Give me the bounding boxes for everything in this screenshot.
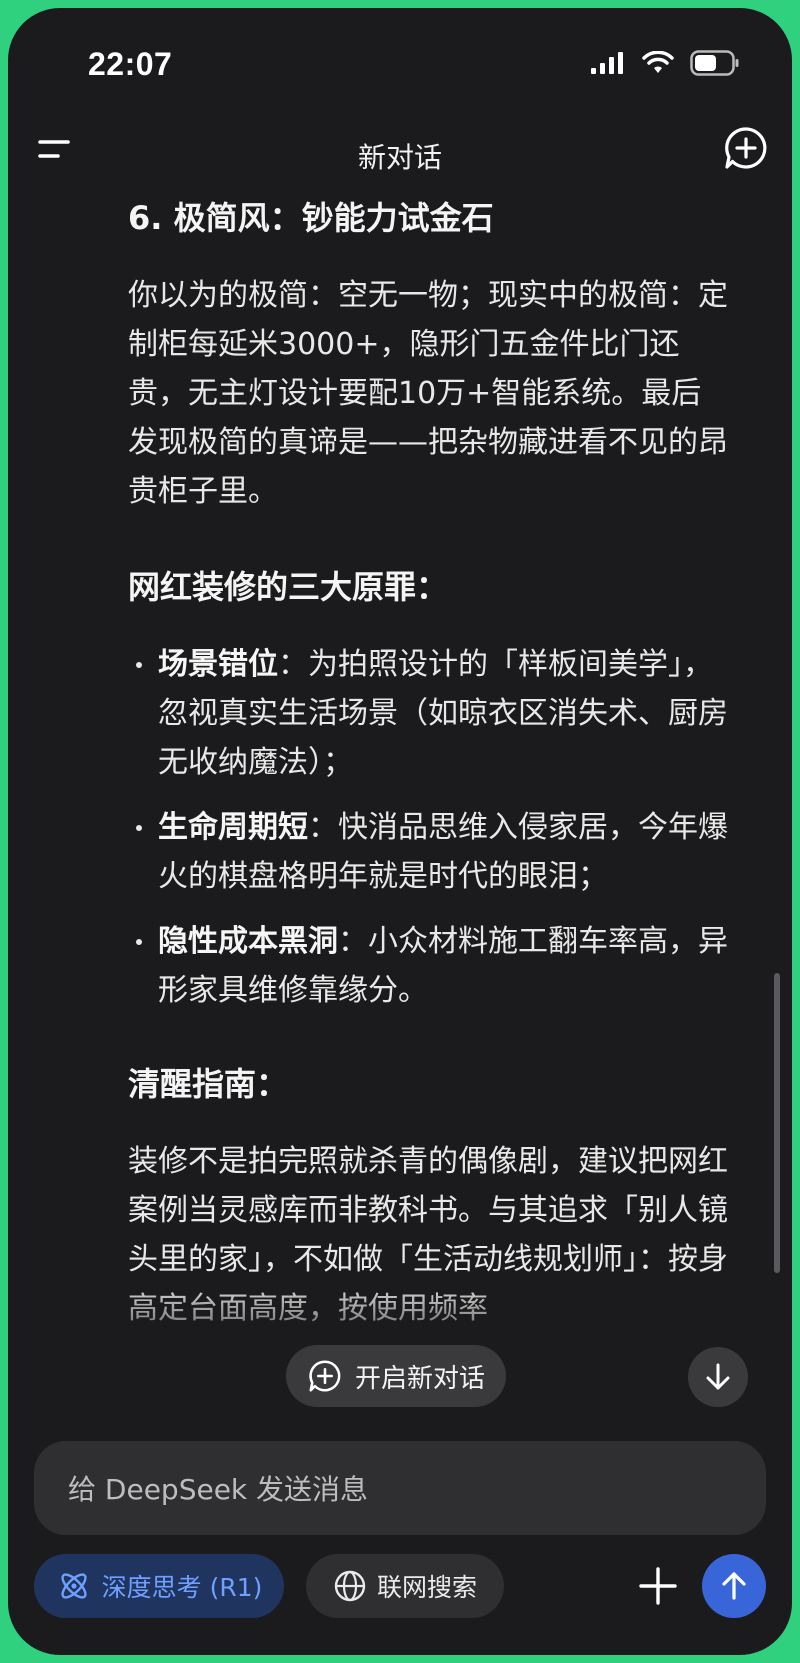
section-body: 你以为的极简：空无一物；现实中的极简：定制柜每延米3000+，隐形门五金件比门还… [128, 278, 728, 509]
chat-message: 6. 极简风：钞能力试金石 你以为的极简：空无一物；现实中的极简：定制柜每延米3… [128, 193, 728, 1333]
status-icons [590, 50, 740, 76]
wifi-icon [642, 51, 674, 73]
list-item-title: 隐性成本黑洞 [158, 924, 338, 959]
guide-heading: 清醒指南： [128, 1065, 289, 1103]
list-item: 隐性成本黑洞：小众材料施工翻车率高，异形家具维修靠缘分。 [128, 917, 728, 1015]
globe-icon [334, 1570, 366, 1602]
attach-plus-icon[interactable] [638, 1566, 678, 1606]
deep-think-toggle[interactable]: 深度思考 (R1) [34, 1554, 284, 1618]
new-chat-button[interactable]: 开启新对话 [286, 1345, 506, 1407]
page-title: 新对话 [357, 141, 442, 174]
new-chat-icon [309, 1360, 341, 1392]
scrollbar[interactable] [774, 973, 780, 1273]
web-search-toggle[interactable]: 联网搜索 [306, 1554, 504, 1618]
web-search-label: 联网搜索 [376, 1573, 477, 1602]
atom-icon [61, 1573, 87, 1599]
new-chat-label: 开启新对话 [354, 1363, 485, 1394]
sins-heading: 网红装修的三大原罪： [128, 568, 449, 606]
status-time: 22:07 [88, 46, 173, 82]
message-input[interactable] [66, 1441, 730, 1537]
section-heading: 6. 极简风：钞能力试金石 [128, 199, 494, 237]
battery-icon [690, 50, 739, 76]
deep-think-label: 深度思考 (R1) [101, 1573, 263, 1602]
message-input-container [34, 1441, 766, 1537]
cellular-signal-icon [591, 52, 623, 74]
phone-screen: 22:07 新对话 6. 极简风：钞能力试金石 你以为的极简：空无一物；现实中的… [8, 8, 792, 1655]
scroll-down-button[interactable] [688, 1347, 748, 1407]
app-header: 新对话 [8, 118, 792, 188]
list-item: 生命周期短：快消品思维入侵家居，今年爆火的棋盘格明年就是时代的眼泪； [128, 803, 728, 901]
list-item-title: 场景错位 [158, 647, 278, 682]
send-button[interactable] [702, 1554, 766, 1618]
list-item: 场景错位：为拍照设计的「样板间美学」，忽视真实生活场景（如晾衣区消失术、厨房无收… [128, 640, 728, 787]
status-bar: 22:07 [8, 8, 792, 118]
arrow-up-icon [722, 1572, 746, 1600]
list-item-title: 生命周期短 [158, 810, 308, 845]
new-chat-icon[interactable] [722, 124, 770, 172]
sins-list: 场景错位：为拍照设计的「样板间美学」，忽视真实生活场景（如晾衣区消失术、厨房无收… [128, 640, 728, 1015]
arrow-down-icon [706, 1363, 730, 1390]
